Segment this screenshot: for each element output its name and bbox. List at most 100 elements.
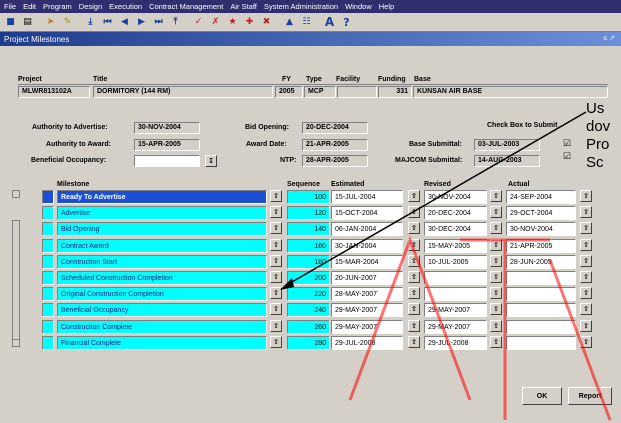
fy-label: FY (282, 76, 291, 83)
fy-field: 2005 (275, 86, 303, 98)
menu-item-system-administration[interactable]: System Administration (264, 2, 338, 11)
help-icon[interactable]: ? (339, 15, 354, 30)
funding-field: 331 (378, 86, 412, 98)
milestone-cell[interactable]: Construction Start (57, 255, 267, 269)
milestone-cell[interactable]: Original Construction Completion (57, 287, 267, 301)
query-icon[interactable]: ★ (225, 15, 240, 30)
menu-item-help[interactable]: Help (379, 2, 394, 11)
type-label: Type (306, 76, 322, 83)
first-record-icon[interactable]: ⤓ (83, 15, 98, 30)
base-field: KUNSAN AIR BASE (413, 86, 608, 98)
row-selector[interactable] (42, 255, 54, 269)
dropdown-arrow-icon[interactable]: ⇧ (580, 303, 592, 315)
menu-bar: File Edit Program Design Execution Contract M… (0, 0, 621, 13)
dropdown-arrow-icon[interactable]: ⇧ (580, 320, 592, 332)
row-selector[interactable] (42, 271, 54, 285)
row-selector[interactable] (42, 239, 54, 253)
dropdown-arrow-icon[interactable]: ⇧ (490, 320, 502, 332)
auth-award-field: 15-APR-2005 (134, 139, 200, 151)
revised-date-cell[interactable]: 29-MAY-2007 (424, 320, 487, 334)
insert-icon[interactable]: ✚ (242, 15, 257, 30)
actual-date-cell[interactable] (506, 336, 576, 350)
dropdown-arrow-icon[interactable]: ⇧ (270, 320, 282, 332)
milestone-cell[interactable]: Ready To Advertise (57, 190, 267, 204)
auth-advertise-label: Authority to Advertise: (32, 124, 108, 131)
dropdown-arrow-icon[interactable]: ⇧ (490, 303, 502, 315)
sequence-cell[interactable]: 280 (287, 336, 330, 350)
row-selector[interactable] (42, 190, 54, 204)
tool-icon[interactable]: ✎ (60, 15, 75, 30)
window-controls[interactable]: ≤ ↗ (603, 34, 615, 42)
milestone-cell[interactable]: Contract Award (57, 239, 267, 253)
edit-icon[interactable]: ✗ (208, 15, 223, 30)
ok-button[interactable]: OK (522, 387, 562, 405)
menu-item-execution[interactable]: Execution (109, 2, 142, 11)
sequence-cell[interactable]: 260 (287, 320, 330, 334)
header-divider (18, 84, 608, 85)
print-icon[interactable]: ▤ (20, 15, 35, 30)
window-title: Project Milestones (4, 34, 70, 44)
previous-record-icon[interactable]: ⏮ (100, 15, 115, 30)
milestone-cell[interactable]: Bid Opening (57, 222, 267, 236)
menu-item-contract-management[interactable]: Contract Management (149, 2, 223, 11)
milestone-cell[interactable]: Financial Complete (57, 336, 267, 350)
beneficial-occupancy-dropdown-icon[interactable]: ↧ (205, 155, 217, 167)
row-selector[interactable] (42, 287, 54, 301)
menu-item-edit[interactable]: Edit (23, 2, 36, 11)
dropdown-arrow-icon[interactable]: ⇧ (490, 336, 502, 348)
column-header-milestone: Milestone (57, 181, 90, 188)
save-icon[interactable]: ■ (3, 15, 18, 30)
dropdown-arrow-icon[interactable]: ⇧ (408, 336, 420, 348)
row-selector[interactable] (42, 222, 54, 236)
menu-item-file[interactable]: File (4, 2, 16, 11)
scroll-track[interactable] (12, 220, 20, 340)
auth-award-label: Authority to Award: (46, 141, 111, 148)
last-record-icon[interactable]: ⤒ (168, 15, 183, 30)
toolbar: ■ ▤ ➤ ✎ ⤓ ⏮ ◀ ▶ ⏭ ⤒ ✓ ✗ ★ ✚ ✖ ▲ ☷ A ? (0, 13, 621, 32)
scroll-up-icon[interactable] (12, 190, 20, 198)
row-selector[interactable] (42, 303, 54, 317)
report-button[interactable]: Report (568, 387, 612, 405)
chart-icon[interactable]: ▲ (282, 15, 297, 30)
revised-date-cell[interactable]: 29-MAY-2007 (424, 303, 487, 317)
estimated-date-cell[interactable]: 29-MAY-2007 (331, 320, 403, 334)
dropdown-arrow-icon[interactable]: ⇧ (408, 320, 420, 332)
delete-icon[interactable]: ✖ (259, 15, 274, 30)
dropdown-arrow-icon[interactable]: ⇧ (408, 303, 420, 315)
revised-date-cell[interactable]: 29-JUL-2008 (424, 336, 487, 350)
menu-item-design[interactable]: Design (79, 2, 102, 11)
menu-item-program[interactable]: Program (43, 2, 72, 11)
menu-item-window[interactable]: Window (345, 2, 372, 11)
title-field: DORMITORY (144 RM) (93, 86, 273, 98)
edit-icon[interactable]: ✓ (191, 15, 206, 30)
milestone-cell[interactable]: Beneficial Occupancy (57, 303, 267, 317)
tool-icon[interactable]: ➤ (43, 15, 58, 30)
milestone-cell[interactable]: Advertise (57, 206, 267, 220)
milestone-cell[interactable]: Construction Complete (57, 320, 267, 334)
milestone-cell[interactable]: Scheduled Construction Completion (57, 271, 267, 285)
dropdown-arrow-icon[interactable]: ⇧ (270, 336, 282, 348)
scroll-down-icon[interactable] (12, 339, 20, 347)
beneficial-occupancy-field[interactable] (134, 155, 200, 167)
project-label: Project (18, 76, 42, 83)
font-icon[interactable]: A (322, 15, 337, 30)
window-title-bar: Project Milestones ≤ ↗ (0, 32, 621, 46)
title-label: Title (93, 76, 108, 83)
beneficial-occupancy-label: Beneficial Occupancy: (31, 157, 107, 164)
funding-label: Funding (378, 76, 406, 83)
row-selector[interactable] (42, 336, 54, 350)
estimated-date-cell[interactable]: 29-MAY-2007 (331, 303, 403, 317)
list-icon[interactable]: ☷ (299, 15, 314, 30)
dropdown-arrow-icon[interactable]: ⇧ (270, 303, 282, 315)
actual-date-cell[interactable] (506, 303, 576, 317)
row-selector[interactable] (42, 206, 54, 220)
next-record-icon[interactable]: ⏭ (151, 15, 166, 30)
next-icon[interactable]: ▶ (134, 15, 149, 30)
sequence-cell[interactable]: 240 (287, 303, 330, 317)
row-selector[interactable] (42, 320, 54, 334)
previous-icon[interactable]: ◀ (117, 15, 132, 30)
dropdown-arrow-icon[interactable]: ⇧ (580, 336, 592, 348)
estimated-date-cell[interactable]: 29-JUL-2008 (331, 336, 403, 350)
actual-date-cell[interactable] (506, 320, 576, 334)
menu-item-air-staff[interactable]: Air Staff (230, 2, 257, 11)
